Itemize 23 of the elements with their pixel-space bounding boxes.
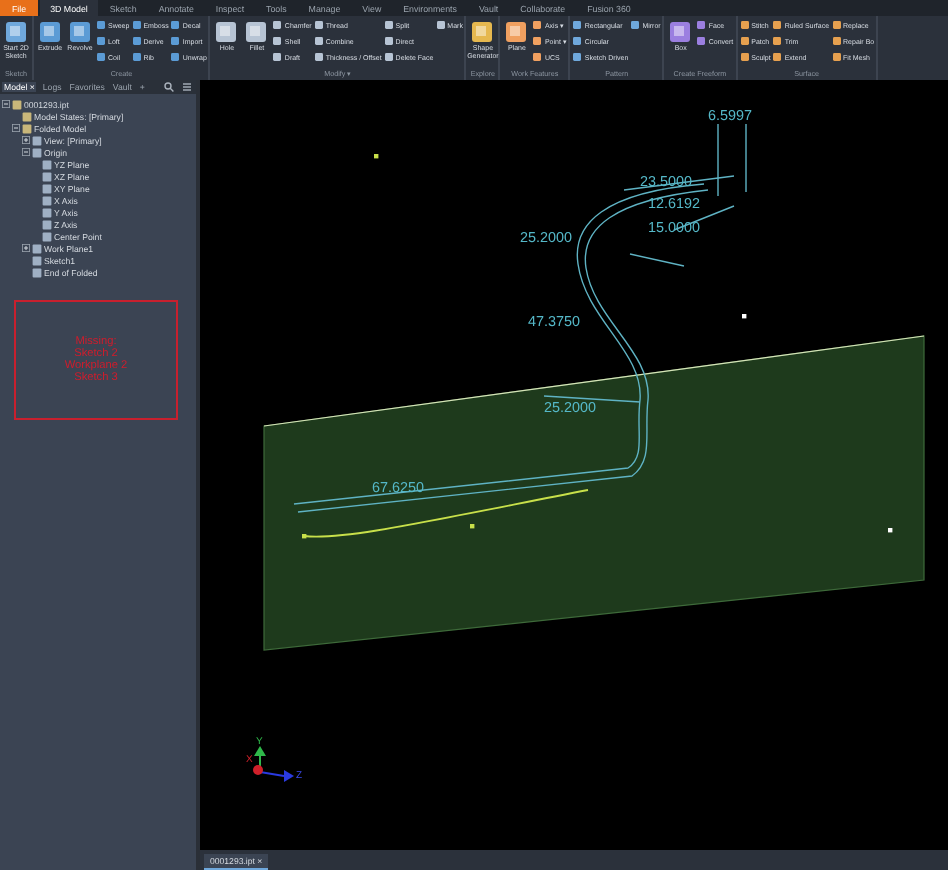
expand-toggle[interactable] — [22, 148, 30, 156]
axis-triad-drawing — [253, 746, 294, 782]
tool-icon — [435, 20, 446, 30]
point-marker — [302, 534, 307, 539]
point-marker — [374, 154, 379, 159]
point-marker — [470, 524, 475, 529]
tool-icon — [244, 20, 269, 44]
tool-icon — [668, 20, 693, 44]
search-icon[interactable] — [164, 82, 174, 92]
tool-icon — [630, 20, 641, 30]
expand-toggle[interactable] — [2, 100, 10, 108]
menu-icon[interactable] — [182, 82, 192, 92]
tool-icon — [4, 20, 28, 44]
tool-icon — [470, 20, 495, 44]
expand-toggle[interactable] — [22, 136, 30, 144]
point-marker — [742, 314, 747, 319]
point-marker — [888, 528, 893, 533]
tool-icon — [214, 20, 239, 44]
expand-toggle[interactable] — [22, 244, 30, 252]
tool-icon — [38, 20, 62, 44]
expand-toggle[interactable] — [12, 124, 20, 132]
tool-icon — [504, 20, 529, 44]
tool-icon — [68, 20, 92, 44]
